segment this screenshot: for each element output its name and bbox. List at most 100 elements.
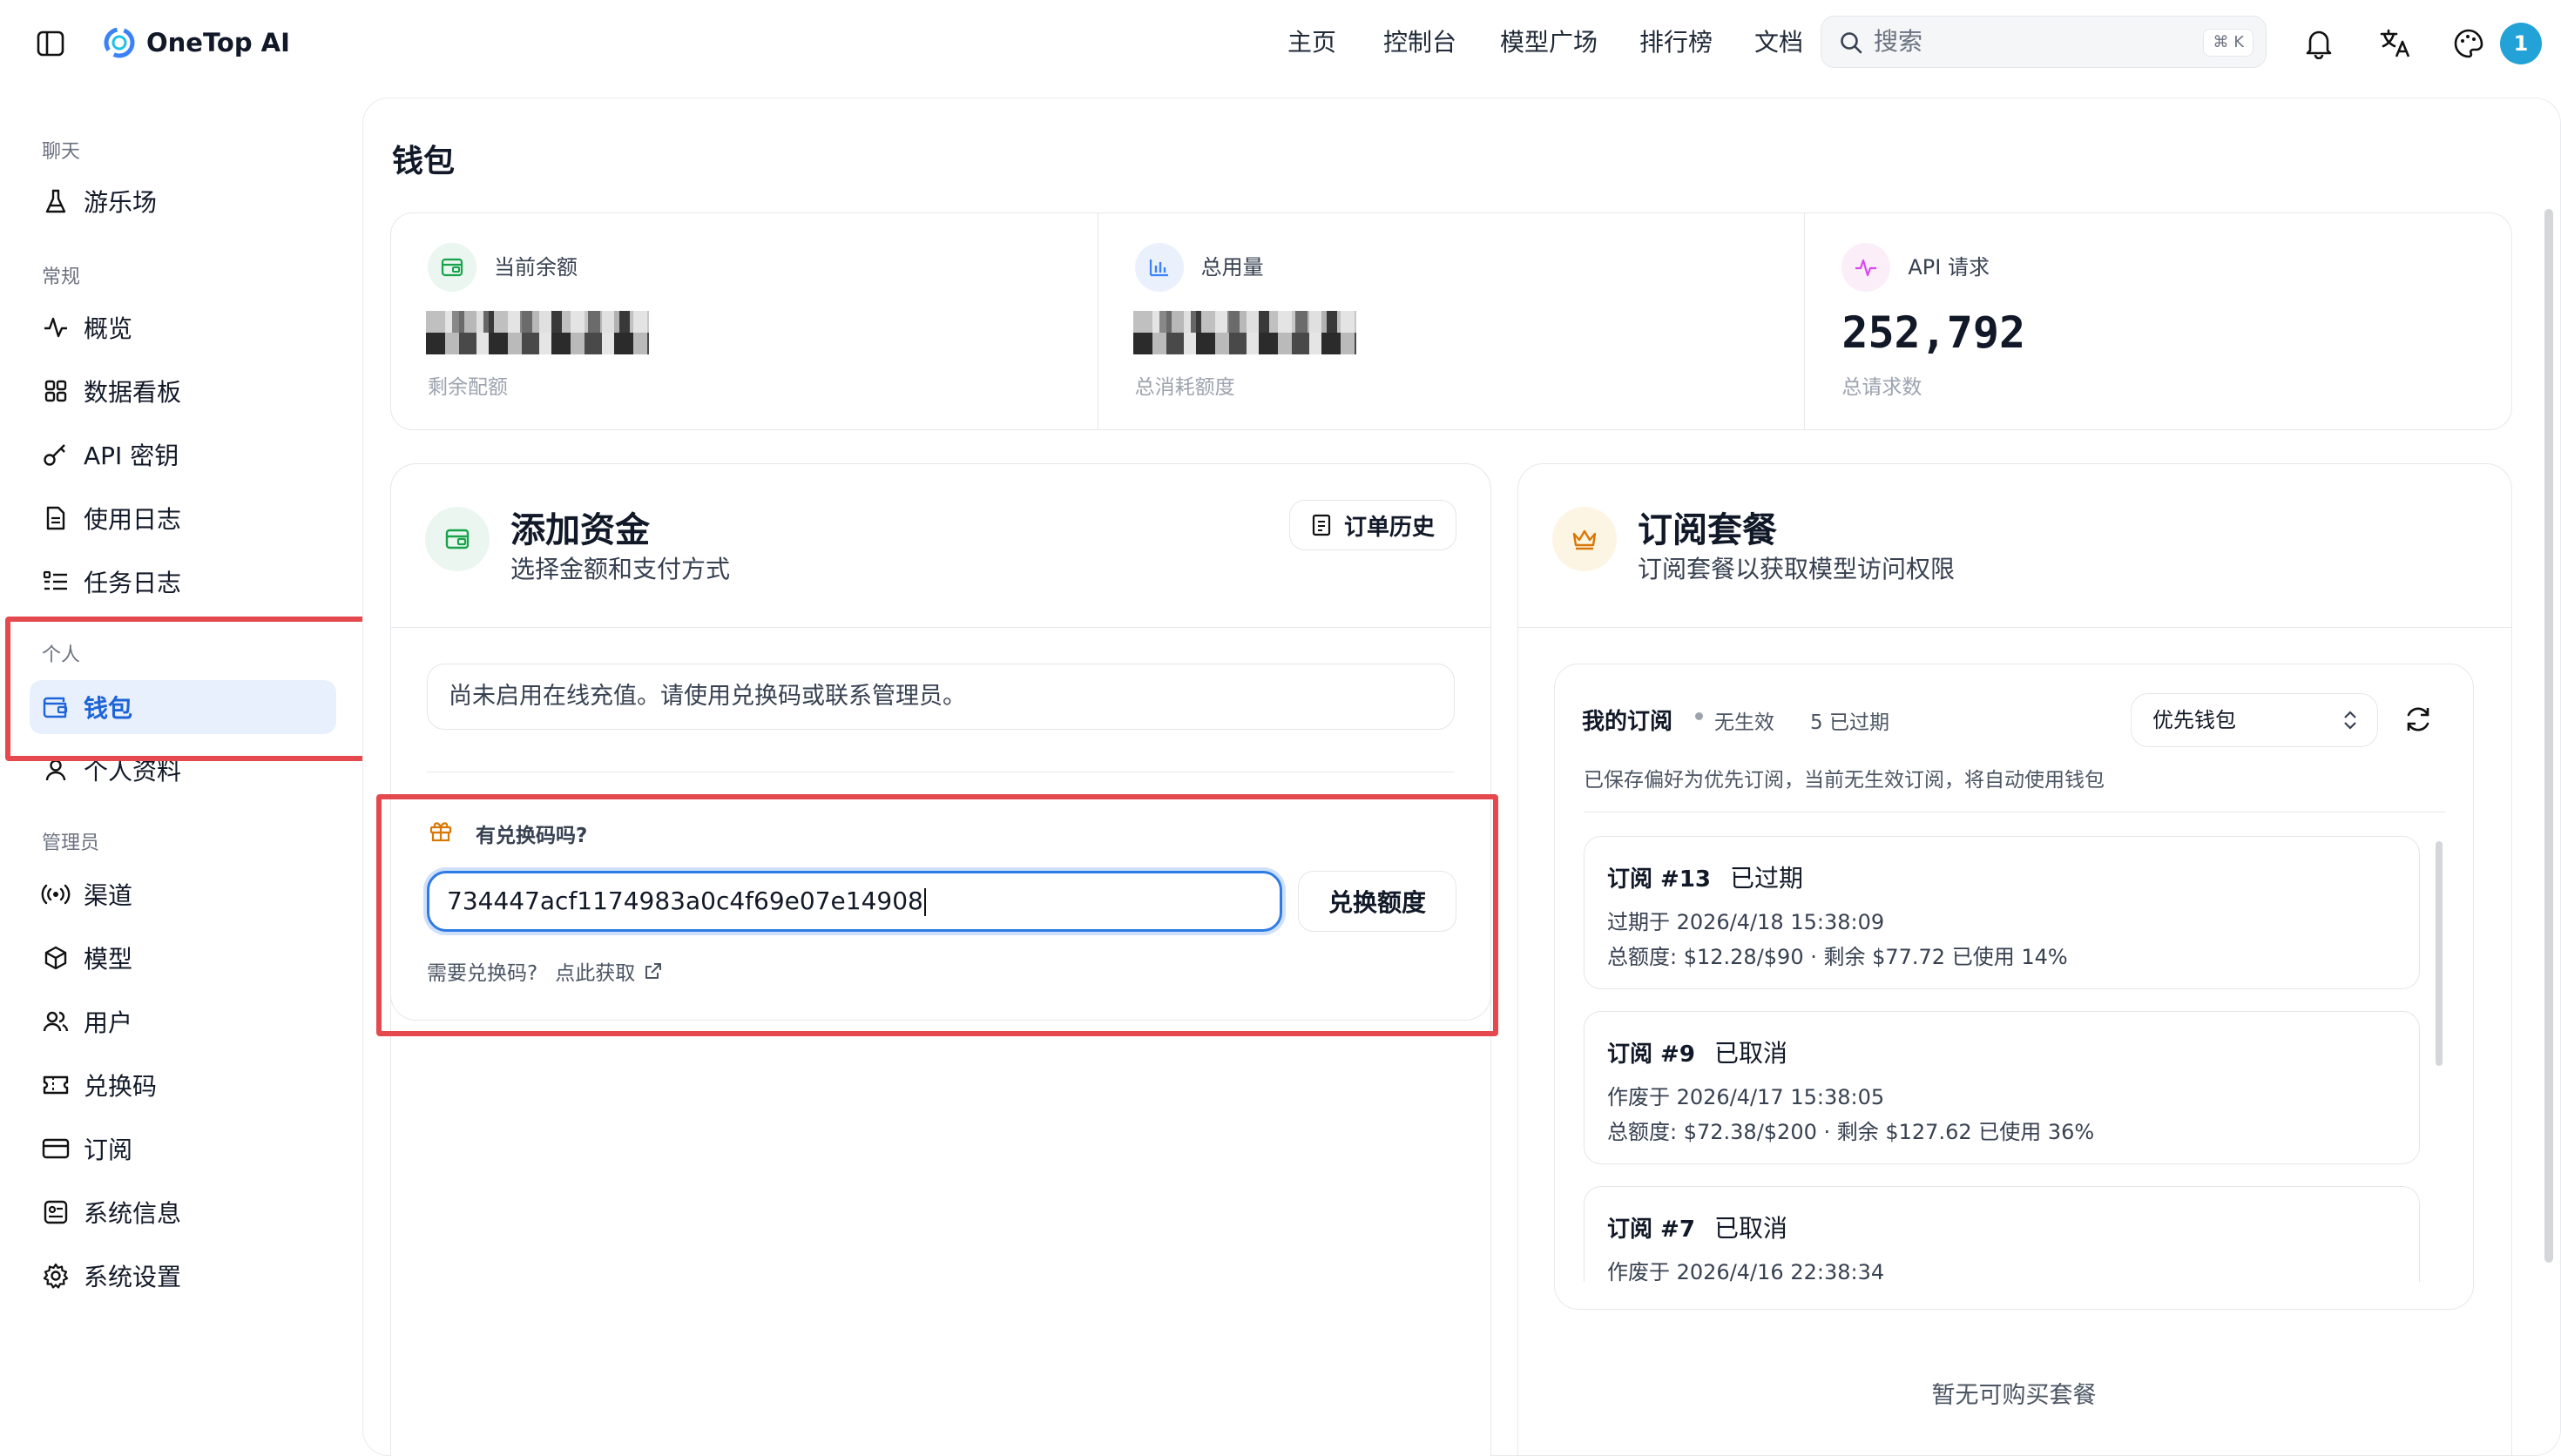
stat-sub: 总请求数 (1841, 376, 1922, 399)
sidebar-item-task-logs[interactable]: 任务日志 (30, 555, 334, 609)
subscription-title: 订阅套餐 (1638, 510, 1777, 550)
status-dot (1695, 712, 1703, 720)
sidebar-item-label: 渠道 (84, 881, 133, 910)
subscription-item-title: 订阅 #9 已取消 (1607, 1035, 1787, 1069)
pulse-icon (1841, 243, 1891, 292)
sidebar-item-wallet[interactable]: 钱包 (30, 680, 336, 734)
stat-label: 总用量 (1200, 255, 1264, 280)
sidebar-item-label: 模型 (84, 945, 133, 974)
ticket-icon (30, 1074, 82, 1096)
grid-icon (30, 379, 82, 403)
sidebar-item-subscriptions[interactable]: 订阅 (30, 1122, 334, 1176)
bell-icon[interactable] (2300, 24, 2338, 63)
subscription-item-title: 订阅 #13 已过期 (1607, 859, 1803, 894)
crown-icon (1552, 507, 1617, 571)
redeem-label: 有兑换码吗? (476, 825, 588, 847)
subscription-item-7[interactable]: 订阅 #7 已取消 作废于 2026/4/16 22:38:34 (1584, 1186, 2420, 1284)
redeem-button[interactable]: 兑换额度 (1298, 871, 1456, 932)
search-shortcut: ⌘ K (2203, 29, 2254, 57)
sidebar-item-label: 使用日志 (84, 505, 182, 534)
sidebar-toggle-icon[interactable] (33, 26, 68, 61)
sidebar-item-system-settings[interactable]: 系统设置 (30, 1249, 334, 1303)
info-panel-icon (30, 1199, 82, 1225)
divider (391, 627, 1490, 628)
sidebar-item-label: 钱包 (84, 694, 133, 723)
billing-preference-value: 优先钱包 (2152, 708, 2236, 732)
subscription-item-9[interactable]: 订阅 #9 已取消 作废于 2026/4/17 15:38:05 总额度: $72… (1584, 1011, 2420, 1164)
blurred-usage-value (1132, 311, 1356, 354)
subscription-id: 订阅 #7 (1607, 1217, 1695, 1243)
sidebar-item-overview[interactable]: 概览 (30, 300, 334, 354)
sidebar-item-label: 系统信息 (84, 1199, 182, 1228)
avatar[interactable]: 1 (2500, 23, 2542, 64)
subscription-date: 作废于 2026/4/16 22:38:34 (1607, 1260, 1885, 1284)
subscription-status: 已取消 (1713, 1214, 1787, 1243)
brand-name[interactable]: OneTop AI (146, 24, 290, 61)
external-link-icon[interactable] (644, 961, 663, 981)
sidebar-item-api-keys[interactable]: API 密钥 (30, 428, 334, 482)
nav-console[interactable]: 控制台 (1383, 24, 1456, 61)
subscription-id: 订阅 #13 (1607, 866, 1712, 893)
nav-ranking[interactable]: 排行榜 (1639, 24, 1713, 61)
redeem-code-input[interactable]: 734447acf1174983a0c4f69e07e14908 (427, 871, 1282, 932)
list-icon (30, 570, 82, 594)
refresh-icon[interactable] (2402, 704, 2434, 735)
redeem-help: 需要兑换码? 点此获取 (427, 956, 663, 986)
stat-balance: 当前余额 剩余配额 (391, 213, 1098, 429)
top-bar: OneTop AI 主页 控制台 模型广场 排行榜 文档 搜索 ⌘ K 1 (0, 0, 2561, 87)
stat-label: 当前余额 (494, 255, 578, 280)
redeem-help-link[interactable]: 点此获取 (555, 956, 635, 986)
broadcast-icon (30, 882, 82, 907)
stat-sub: 剩余配额 (428, 376, 508, 399)
stat-value: 252,792 (1841, 307, 2026, 358)
sidebar-item-label: API 密钥 (84, 442, 179, 470)
sidebar-item-playground[interactable]: 游乐场 (30, 174, 334, 228)
sidebar-item-profile[interactable]: 个人资料 (30, 743, 334, 797)
subscription-item-13[interactable]: 订阅 #13 已过期 过期于 2026/4/18 15:38:09 总额度: $1… (1584, 836, 2420, 989)
sidebar-item-usage-logs[interactable]: 使用日志 (30, 491, 334, 545)
logo-icon[interactable] (101, 24, 138, 61)
palette-icon[interactable] (2450, 24, 2488, 63)
translate-icon[interactable] (2376, 24, 2415, 63)
sidebar-item-label: 订阅 (84, 1136, 133, 1164)
expired-count: 5 已过期 (1810, 711, 1889, 734)
nav-models[interactable]: 模型广场 (1500, 24, 1598, 61)
sidebar-item-system-info[interactable]: 系统信息 (30, 1185, 334, 1239)
subscription-list-scrollbar[interactable] (2436, 841, 2443, 1066)
subscription-date: 过期于 2026/4/18 15:38:09 (1607, 910, 1885, 934)
text-caret (923, 888, 926, 916)
sidebar-item-label: 任务日志 (84, 569, 182, 597)
my-subscriptions-label: 我的订阅 (1582, 709, 1673, 735)
nav-home[interactable]: 主页 (1287, 24, 1336, 61)
stat-sub: 总消耗额度 (1134, 376, 1235, 399)
sidebar-item-label: 游乐场 (84, 188, 158, 217)
notice-banner: 尚未启用在线充值。请使用兑换码或联系管理员。 (427, 664, 1455, 730)
nav-docs[interactable]: 文档 (1754, 24, 1803, 61)
sidebar-item-models[interactable]: 模型 (30, 931, 334, 985)
billing-preference-select[interactable]: 优先钱包 (2131, 693, 2378, 747)
sidebar-item-label: 数据看板 (84, 378, 182, 407)
billing-info: 已保存偏好为优先订阅，当前无生效订阅，将自动使用钱包 (1584, 769, 2105, 792)
flask-icon (30, 188, 82, 214)
sidebar-item-channels[interactable]: 渠道 (30, 867, 334, 921)
gear-icon (30, 1263, 82, 1289)
sidebar-item-redeem-codes[interactable]: 兑换码 (30, 1058, 334, 1112)
sidebar-group-chat: 聊天 (42, 141, 81, 163)
users-icon (30, 1009, 82, 1034)
user-icon (30, 758, 82, 782)
sidebar-item-label: 兑换码 (84, 1072, 158, 1101)
subscription-id: 订阅 #9 (1607, 1041, 1695, 1068)
subscription-quota: 总额度: $12.28/$90 · 剩余 $77.72 已使用 14% (1607, 945, 2068, 969)
chevron-updown-icon (2341, 708, 2360, 732)
search-input[interactable]: 搜索 ⌘ K (1821, 16, 2267, 68)
add-funds-subtitle: 选择金额和支付方式 (510, 555, 731, 583)
blurred-balance-value (426, 311, 649, 354)
sidebar-item-dashboard[interactable]: 数据看板 (30, 364, 334, 418)
subscription-item-title: 订阅 #7 已取消 (1607, 1210, 1787, 1244)
card-icon (30, 1137, 82, 1160)
sidebar-item-users[interactable]: 用户 (30, 994, 334, 1048)
stat-label: API 请求 (1908, 255, 1990, 280)
wallet-icon (30, 695, 82, 719)
order-history-button[interactable]: 订单历史 (1289, 500, 1456, 550)
page-scrollbar[interactable] (2544, 209, 2553, 1263)
